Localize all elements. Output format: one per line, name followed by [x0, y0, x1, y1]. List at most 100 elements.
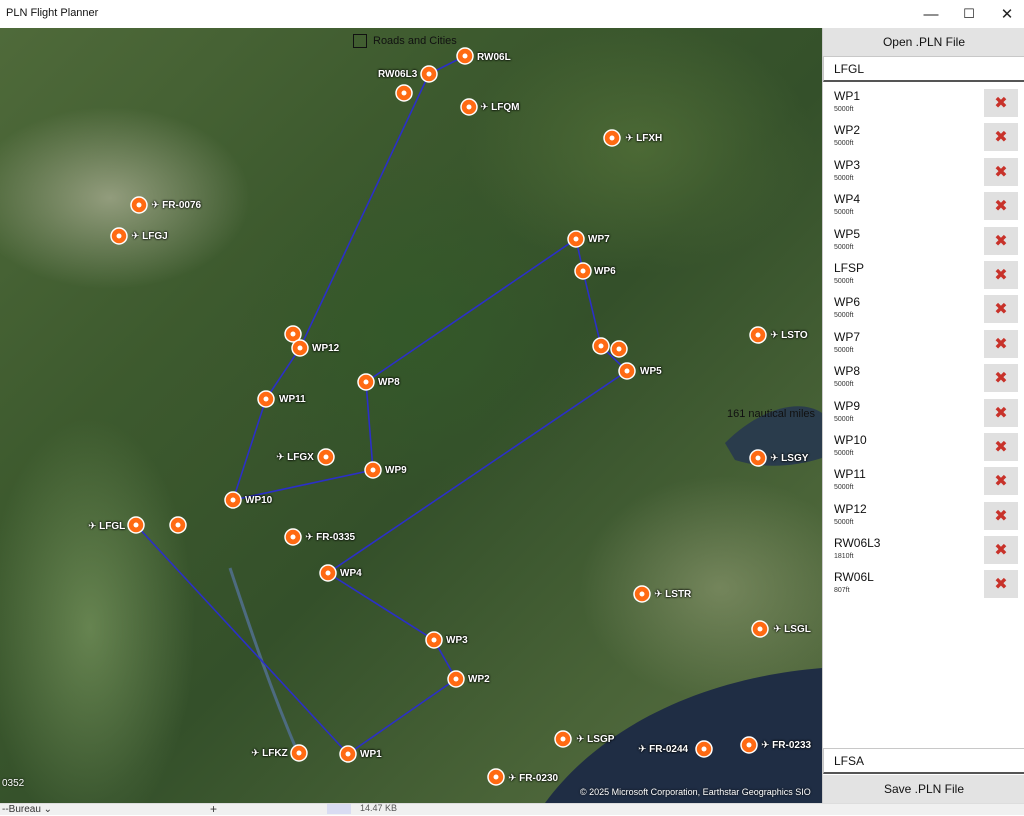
- map-pin-icon[interactable]: [487, 768, 505, 786]
- map-copyright: © 2025 Microsoft Corporation, Earthstar …: [580, 787, 811, 797]
- minimize-icon: —: [923, 5, 939, 23]
- delete-waypoint-button[interactable]: ✖: [984, 536, 1018, 565]
- map-pin-icon[interactable]: [618, 362, 636, 380]
- map-pin-icon[interactable]: [460, 98, 478, 116]
- wp-label-rw06l: RW06L: [477, 52, 511, 63]
- map-pin-icon[interactable]: [740, 736, 758, 754]
- close-button[interactable]: ✕: [985, 0, 1024, 28]
- airport-label-fr-0335: ✈ FR-0335: [305, 532, 356, 543]
- waypoint-row: WP4 5000ft ✖: [823, 189, 1024, 223]
- delete-waypoint-button[interactable]: ✖: [984, 501, 1018, 530]
- map-pin-icon[interactable]: [574, 262, 592, 280]
- map-pin-icon[interactable]: [127, 516, 145, 534]
- delete-waypoint-button[interactable]: ✖: [984, 432, 1018, 461]
- map-pin-icon[interactable]: [364, 461, 382, 479]
- destination-airport-input[interactable]: [823, 748, 1024, 774]
- map-pin-icon[interactable]: [633, 585, 651, 603]
- open-pln-button[interactable]: Open .PLN File: [823, 28, 1024, 56]
- maximize-icon: ☐: [963, 6, 975, 21]
- delete-x-icon: ✖: [994, 129, 1008, 147]
- waypoint-altitude: 5000ft: [834, 174, 854, 182]
- add-tab-button[interactable]: +: [210, 802, 217, 816]
- delete-waypoint-button[interactable]: ✖: [984, 467, 1018, 496]
- map-pin-icon[interactable]: [749, 326, 767, 344]
- map-view[interactable]: Roads and Cities RW06L RW06L3 WP7 WP6 WP…: [0, 28, 822, 803]
- map-pin-icon[interactable]: [603, 129, 621, 147]
- delete-x-icon: ✖: [994, 301, 1008, 319]
- delete-waypoint-button[interactable]: ✖: [984, 398, 1018, 427]
- delete-waypoint-button[interactable]: ✖: [984, 157, 1018, 186]
- map-pin-icon[interactable]: [395, 84, 413, 102]
- map-pin-icon[interactable]: [224, 491, 242, 509]
- delete-x-icon: ✖: [994, 335, 1008, 353]
- waypoint-name: RW06L: [834, 570, 874, 585]
- map-pin-icon[interactable]: [447, 670, 465, 688]
- map-pin-icon[interactable]: [456, 47, 474, 65]
- waypoint-name: WP7: [834, 329, 861, 344]
- waypoint-altitude: 5000ft: [834, 243, 854, 251]
- delete-x-icon: ✖: [994, 542, 1008, 560]
- map-pin-icon[interactable]: [554, 730, 572, 748]
- waypoint-row: RW06L 807ft ✖: [823, 567, 1024, 601]
- roads-checkbox[interactable]: [353, 34, 367, 48]
- waypoint-altitude: 5000ft: [834, 209, 854, 217]
- map-pin-icon[interactable]: [110, 227, 128, 245]
- taskbar-strip: --Bureau ⌄ + 14.47 KB: [0, 802, 1024, 816]
- map-pin-icon[interactable]: [291, 339, 309, 357]
- waypoint-row: RW06L3 1810ft ✖: [823, 533, 1024, 567]
- folder-dropdown[interactable]: --Bureau ⌄: [2, 804, 52, 815]
- map-pin-icon[interactable]: [610, 340, 628, 358]
- airport-label-lfxh: ✈ LFXH: [625, 133, 663, 144]
- delete-waypoint-button[interactable]: ✖: [984, 295, 1018, 324]
- waypoint-row: WP12 5000ft ✖: [823, 499, 1024, 533]
- map-pin-icon[interactable]: [420, 65, 438, 83]
- map-pin-icon[interactable]: [425, 631, 443, 649]
- airport-label-lsgy: ✈ LSGY: [770, 453, 809, 464]
- waypoint-name: WP5: [834, 226, 861, 241]
- airport-label-lfgl: ✈ LFGL: [88, 521, 126, 532]
- delete-waypoint-button[interactable]: ✖: [984, 260, 1018, 289]
- wp-label-wp2: WP2: [468, 674, 490, 685]
- scale-label: 161 nautical miles: [727, 408, 816, 420]
- delete-x-icon: ✖: [994, 370, 1008, 388]
- delete-waypoint-button[interactable]: ✖: [984, 364, 1018, 393]
- map-pin-icon[interactable]: [357, 373, 375, 391]
- waypoint-altitude: 5000ft: [834, 415, 854, 423]
- waypoint-row: WP3 5000ft ✖: [823, 155, 1024, 189]
- river: [228, 567, 302, 759]
- waypoint-altitude: 5000ft: [834, 449, 854, 457]
- save-pln-button[interactable]: Save .PLN File: [823, 775, 1024, 803]
- waypoint-altitude: 5000ft: [834, 518, 854, 526]
- side-panel: Open .PLN File WP1 5000ft ✖ WP2 5000ft ✖…: [822, 28, 1024, 803]
- map-pin-icon[interactable]: [592, 337, 610, 355]
- map-pin-icon[interactable]: [130, 196, 148, 214]
- delete-waypoint-button[interactable]: ✖: [984, 192, 1018, 221]
- roads-cities-toggle[interactable]: Roads and Cities: [353, 34, 457, 48]
- map-pin-icon[interactable]: [317, 448, 335, 466]
- delete-waypoint-button[interactable]: ✖: [984, 123, 1018, 152]
- delete-waypoint-button[interactable]: ✖: [984, 570, 1018, 599]
- delete-x-icon: ✖: [994, 507, 1008, 525]
- map-pin-icon[interactable]: [284, 528, 302, 546]
- waypoint-name: WP3: [834, 157, 861, 172]
- water-bodies: [228, 406, 822, 803]
- delete-x-icon: ✖: [994, 95, 1008, 112]
- delete-waypoint-button[interactable]: ✖: [984, 89, 1018, 117]
- map-pin-icon[interactable]: [290, 744, 308, 762]
- airport-label-fr-0230: ✈ FR-0230: [508, 773, 559, 784]
- file-size: 14.47 KB: [360, 803, 398, 813]
- map-pin-icon[interactable]: [751, 620, 769, 638]
- origin-airport-input[interactable]: [823, 56, 1024, 82]
- delete-x-icon: ✖: [994, 473, 1008, 491]
- waypoint-altitude: 5000ft: [834, 140, 854, 148]
- map-pin-icon[interactable]: [749, 449, 767, 467]
- map-pin-icon[interactable]: [257, 390, 275, 408]
- map-pin-icon[interactable]: [695, 740, 713, 758]
- delete-waypoint-button[interactable]: ✖: [984, 226, 1018, 255]
- delete-waypoint-button[interactable]: ✖: [984, 329, 1018, 358]
- map-pin-icon[interactable]: [567, 230, 585, 248]
- map-pin-icon[interactable]: [319, 564, 337, 582]
- map-pin-icon[interactable]: [339, 745, 357, 763]
- map-pin-icon[interactable]: [169, 516, 187, 534]
- airport-label-lsto: ✈ LSTO: [770, 330, 808, 341]
